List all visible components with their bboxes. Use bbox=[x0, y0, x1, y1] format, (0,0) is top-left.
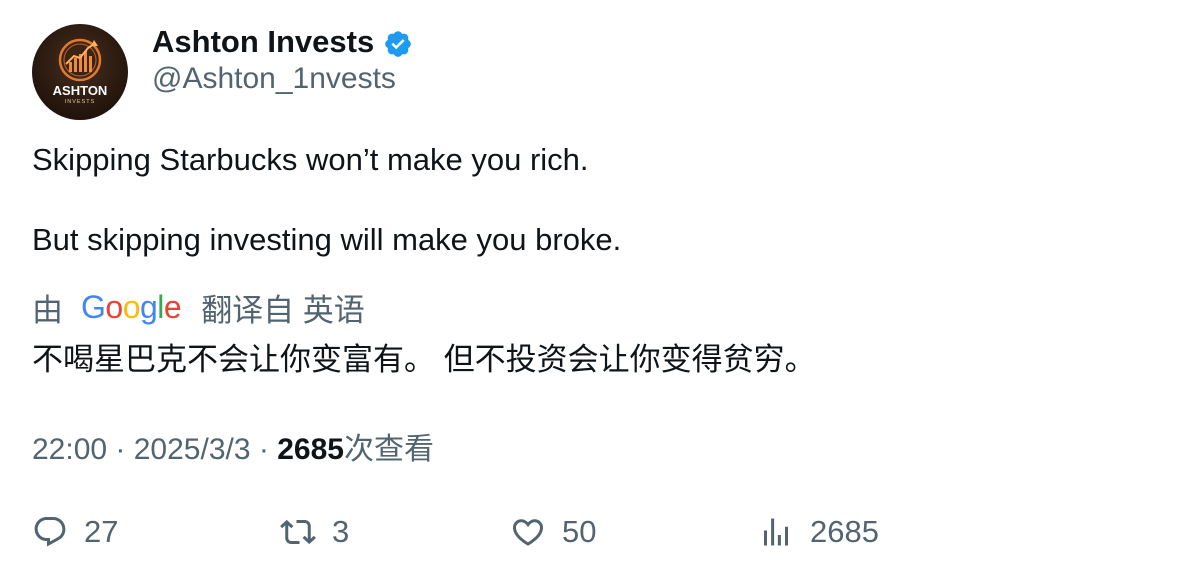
translation-suffix: 翻译自 英语 bbox=[201, 292, 365, 328]
author-name-row[interactable]: Ashton Invests bbox=[152, 22, 413, 62]
tweet-time[interactable]: 22:00 bbox=[32, 433, 107, 466]
views-action-count: 2685 bbox=[810, 514, 879, 549]
google-letter: o bbox=[105, 288, 123, 325]
google-letter: o bbox=[122, 288, 141, 325]
like-count: 50 bbox=[562, 514, 597, 549]
retweet-count: 3 bbox=[332, 514, 350, 549]
retweet-button[interactable]: 3 bbox=[280, 508, 349, 556]
translated-text: 不喝星巴克不会让你变富有。 但不投资会让你变得贫穷。 bbox=[32, 342, 816, 377]
tweet-text-line-1: Skipping Starbucks won’t make you rich. bbox=[32, 142, 589, 177]
views-button[interactable]: 2685 bbox=[758, 508, 879, 556]
author-handle[interactable]: @Ashton_1nvests bbox=[152, 62, 396, 96]
google-letter: g bbox=[139, 288, 158, 325]
like-button[interactable]: 50 bbox=[510, 508, 596, 556]
avatar[interactable]: ASHTON INVESTS bbox=[32, 24, 128, 120]
google-letter: G bbox=[81, 288, 106, 325]
tweet-meta: 22:00 · 2025/3/3 · 2685次查看 bbox=[32, 424, 434, 468]
reply-icon bbox=[34, 517, 66, 547]
views-label: 次查看 bbox=[343, 433, 434, 466]
google-logo: G o o g l e bbox=[81, 288, 182, 326]
svg-text:INVESTS: INVESTS bbox=[65, 99, 96, 105]
views-count: 2685 bbox=[277, 433, 344, 466]
svg-text:ASHTON: ASHTON bbox=[53, 83, 108, 98]
views-icon bbox=[764, 518, 788, 546]
reply-button[interactable]: 27 bbox=[32, 508, 118, 556]
ashton-invests-logo-icon: ASHTON INVESTS bbox=[53, 38, 108, 105]
translation-prefix: 由 bbox=[32, 292, 63, 328]
tweet-card: ASHTON INVESTS Ashton Invests @Ashton_1n… bbox=[0, 0, 1196, 578]
display-name[interactable]: Ashton Invests bbox=[152, 24, 374, 60]
tweet-date[interactable]: 2025/3/3 bbox=[134, 433, 251, 466]
action-bar: 27 3 50 2685 bbox=[0, 508, 1196, 556]
google-letter: e bbox=[163, 288, 182, 325]
like-icon bbox=[512, 519, 544, 546]
google-letter: l bbox=[157, 288, 164, 325]
translation-attribution[interactable]: 由 G o o g l e 翻译自 英语 bbox=[32, 286, 365, 328]
meta-separator: · bbox=[258, 433, 278, 466]
retweet-icon bbox=[280, 519, 316, 545]
meta-separator: · bbox=[115, 433, 134, 466]
reply-count: 27 bbox=[84, 514, 119, 549]
verified-badge-icon bbox=[383, 29, 413, 59]
tweet-text-line-2: But skipping investing will make you bro… bbox=[32, 222, 622, 257]
